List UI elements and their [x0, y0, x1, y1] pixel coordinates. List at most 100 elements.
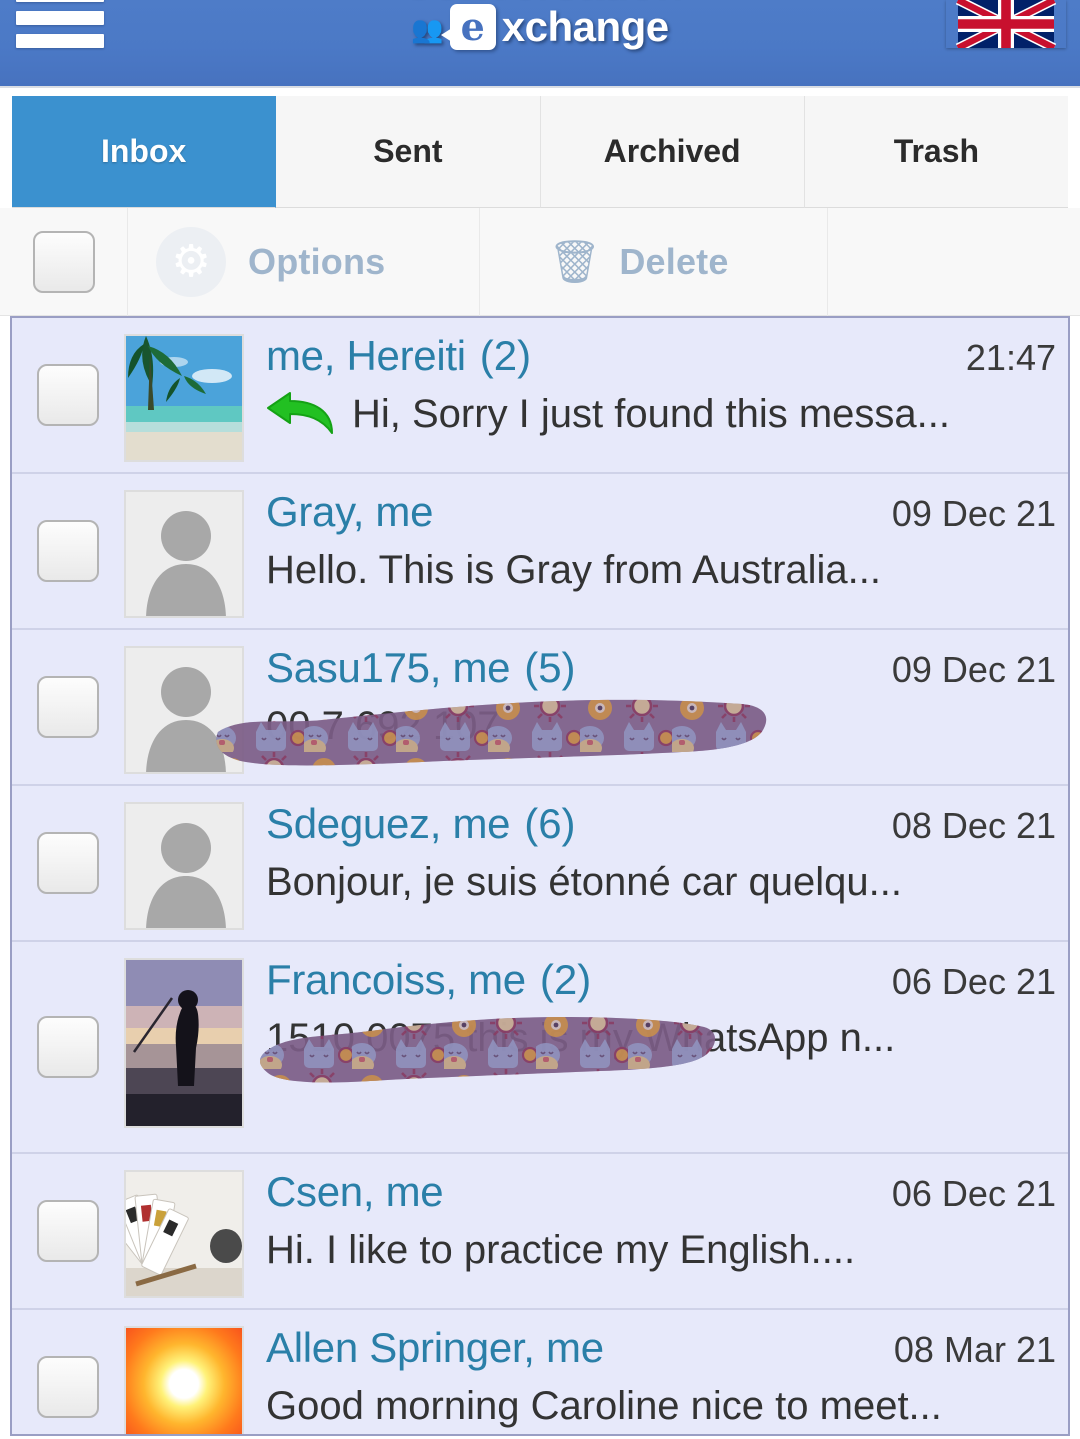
avatar	[124, 1326, 244, 1434]
select-all-cell	[0, 207, 128, 316]
uk-flag-svg	[955, 0, 1057, 48]
row-content: Csen, me 06 Dec 21 Hi. I like to practic…	[244, 1164, 1056, 1278]
default-person-icon	[126, 804, 242, 928]
tab-inbox[interactable]: Inbox	[12, 96, 277, 208]
default-person-icon	[126, 648, 242, 772]
message-preview: Hi. I like to practice my English....	[266, 1228, 856, 1272]
row-checkbox-cell	[12, 1356, 124, 1418]
uk-flag-icon[interactable]	[946, 0, 1066, 48]
row-header: Csen, me 06 Dec 21	[266, 1168, 1056, 1216]
hamburger-bar	[16, 11, 104, 25]
app-header: Conversation 👥 e xchange	[0, 0, 1080, 88]
message-date: 06 Dec 21	[891, 1173, 1056, 1214]
logo-xchange-text: xchange	[501, 3, 669, 50]
message-preview-wrap: Bonjour, je suis étonné car quelqu...	[266, 854, 1056, 910]
hamburger-bar	[16, 34, 104, 48]
message-preview-wrap: 00 7 692 107	[266, 698, 1056, 754]
row-content: Francoiss, me (2) 06 Dec 21 1510 0075 th…	[244, 952, 1056, 1066]
tab-sent[interactable]: Sent	[276, 96, 541, 208]
row-checkbox-cell	[12, 676, 124, 738]
mailbox-tabs: Inbox Sent Archived Trash	[0, 88, 1080, 208]
sender-name: Gray, me	[266, 488, 434, 535]
tab-trash[interactable]: Trash	[804, 96, 1068, 208]
list-toolbar: ⚙ Options 🗑 Delete	[0, 207, 1080, 316]
tab-archived-label: Archived	[603, 133, 741, 169]
row-header: Sasu175, me (5) 09 Dec 21	[266, 644, 1056, 692]
message-preview: Hi, Sorry I just found this messa...	[352, 392, 950, 436]
people-icon: 👥	[411, 14, 444, 44]
tab-trash-label: Trash	[893, 133, 980, 169]
message-preview-wrap: Hi. I like to practice my English....	[266, 1222, 1056, 1278]
message-preview: 00 7 692 107	[266, 704, 500, 748]
delete-label: Delete	[619, 240, 729, 282]
row-checkbox-cell	[12, 832, 124, 894]
row-checkbox[interactable]	[37, 364, 99, 426]
fisherman-photo-art	[126, 960, 242, 1126]
options-button[interactable]: ⚙ Options	[128, 207, 480, 316]
row-header: Francoiss, me (2) 06 Dec 21	[266, 956, 1056, 1004]
tab-inbox-label: Inbox	[100, 133, 187, 169]
row-content: me, Hereiti (2) 21:47 Hi, Sorry I just f…	[244, 328, 1056, 442]
message-preview: Good morning Caroline nice to meet...	[266, 1384, 942, 1428]
avatar	[124, 1170, 244, 1298]
delete-button[interactable]: 🗑 Delete	[480, 207, 828, 316]
select-all-checkbox[interactable]	[32, 230, 95, 293]
message-row[interactable]: Sasu175, me (5) 09 Dec 21 00 7 692 107	[12, 630, 1068, 786]
row-checkbox[interactable]	[37, 1200, 99, 1262]
avatar	[124, 646, 244, 774]
message-preview: Hello. This is Gray from Australia...	[266, 548, 881, 592]
message-row[interactable]: Gray, me 09 Dec 21 Hello. This is Gray f…	[12, 474, 1068, 630]
row-content: Sasu175, me (5) 09 Dec 21 00 7 692 107	[244, 640, 1056, 754]
message-row[interactable]: Allen Springer, me 08 Mar 21 Good mornin…	[12, 1310, 1068, 1434]
message-row[interactable]: Francoiss, me (2) 06 Dec 21 1510 0075 th…	[12, 942, 1068, 1154]
message-date: 09 Dec 21	[891, 649, 1056, 690]
message-row[interactable]: Csen, me 06 Dec 21 Hi. I like to practic…	[12, 1154, 1068, 1310]
hamburger-menu-icon[interactable]	[16, 0, 104, 48]
trash-icon: 🗑	[548, 237, 602, 285]
message-preview: Bonjour, je suis étonné car quelqu...	[266, 860, 902, 904]
playing-cards-photo-art	[126, 1172, 242, 1296]
sender-name: me, Hereiti	[266, 332, 466, 379]
row-checkbox-cell	[12, 520, 124, 582]
row-header: Sdeguez, me (6) 08 Dec 21	[266, 800, 1056, 848]
tab-archived[interactable]: Archived	[540, 96, 805, 208]
row-checkbox-cell	[12, 1200, 124, 1262]
message-count: (2)	[479, 332, 532, 379]
message-list: me, Hereiti (2) 21:47 Hi, Sorry I just f…	[10, 316, 1070, 1436]
avatar	[124, 958, 244, 1128]
message-date: 06 Dec 21	[891, 961, 1056, 1002]
message-preview-wrap: Good morning Caroline nice to meet...	[266, 1378, 1056, 1434]
message-preview-wrap: Hello. This is Gray from Australia...	[266, 542, 1056, 598]
row-header: Allen Springer, me 08 Mar 21	[266, 1324, 1056, 1372]
e-badge-icon: e	[440, 4, 496, 50]
gear-icon: ⚙	[156, 226, 226, 297]
beach-photo-art	[126, 336, 242, 460]
row-checkbox[interactable]	[37, 520, 99, 582]
row-content: Sdeguez, me (6) 08 Dec 21 Bonjour, je su…	[244, 796, 1056, 910]
options-label: Options	[248, 240, 386, 282]
message-count: (6)	[524, 800, 576, 847]
row-checkbox[interactable]	[37, 832, 99, 894]
app-logo[interactable]: Conversation 👥 e xchange	[0, 0, 1080, 72]
message-count: (2)	[539, 956, 592, 1003]
logo-title-line1: Conversation	[399, 0, 682, 6]
message-date: 08 Mar 21	[893, 1329, 1056, 1370]
message-row[interactable]: Sdeguez, me (6) 08 Dec 21 Bonjour, je su…	[12, 786, 1068, 942]
row-checkbox[interactable]	[37, 1356, 99, 1418]
avatar	[124, 334, 244, 462]
avatar	[124, 802, 244, 930]
logo-title-line2: 👥 e xchange	[411, 2, 669, 52]
tab-sent-label: Sent	[373, 133, 443, 169]
row-checkbox-cell	[12, 364, 124, 426]
sender-name: Francoiss, me	[266, 956, 526, 1003]
row-header: Gray, me 09 Dec 21	[266, 488, 1056, 536]
row-checkbox[interactable]	[37, 1016, 99, 1078]
row-checkbox[interactable]	[37, 676, 99, 738]
row-header: me, Hereiti (2) 21:47	[266, 332, 1056, 380]
default-person-icon	[126, 492, 242, 616]
row-content: Gray, me 09 Dec 21 Hello. This is Gray f…	[244, 484, 1056, 598]
message-row[interactable]: me, Hereiti (2) 21:47 Hi, Sorry I just f…	[12, 318, 1068, 474]
row-checkbox-cell	[12, 1016, 124, 1078]
message-count: (5)	[524, 644, 576, 691]
